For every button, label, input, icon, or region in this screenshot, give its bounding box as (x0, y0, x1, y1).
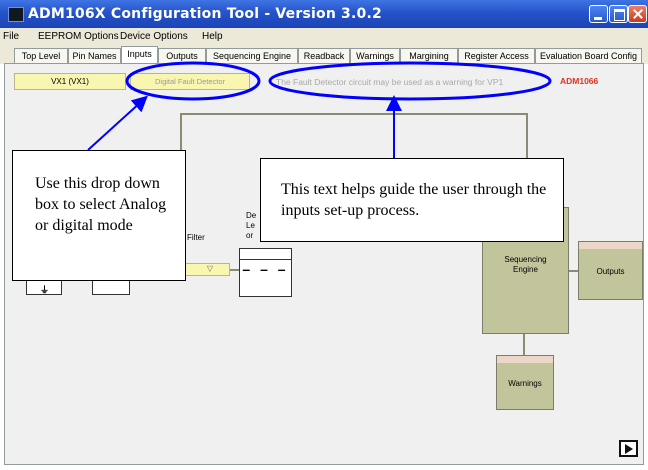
outputs-block[interactable]: Outputs (578, 241, 643, 300)
callout-mode-dropdown: Use this drop down box to select Analog … (12, 150, 186, 281)
menu-help[interactable]: Help (202, 31, 223, 42)
tab-warnings[interactable]: Warnings (350, 48, 400, 64)
wire-seq-warnings (523, 333, 525, 355)
wire-filter-delay (229, 269, 239, 271)
tab-evaluation-board-config[interactable]: Evaluation Board Config (535, 48, 642, 64)
tab-sequencing-engine[interactable]: Sequencing Engine (206, 48, 298, 64)
delay-value: – – – (242, 261, 289, 277)
outputs-block-top (579, 242, 642, 249)
mode-dropdown[interactable]: Digital Fault Detector (130, 73, 250, 90)
sequencing-engine-label: Sequencing Engine (504, 255, 547, 274)
tab-pin-names[interactable]: Pin Names (68, 48, 121, 64)
warnings-block[interactable]: Warnings (496, 355, 554, 410)
channel-selector[interactable]: VX1 (VX1) (14, 73, 126, 90)
hint-text: The Fault Detector circuit may be used a… (276, 77, 504, 87)
close-button[interactable] (628, 5, 647, 23)
callout-hint: This text helps guide the user through t… (260, 158, 564, 242)
tab-strip: Top Level Pin Names Inputs Outputs Seque… (0, 44, 648, 64)
ground-icon: ⏚ (40, 285, 50, 295)
menu-eeprom-options[interactable]: EEPROM Options (38, 31, 119, 42)
play-icon[interactable] (619, 440, 638, 457)
wire-top (180, 113, 528, 115)
dropdown-arrow-icon: ▽ (206, 264, 214, 273)
menu-file[interactable]: File (3, 31, 19, 42)
menu-bar: File EEPROM Options Device Options Help (0, 28, 648, 44)
filter-label: Filter (187, 233, 205, 242)
tab-inputs[interactable]: Inputs (121, 46, 158, 64)
wire-seq-outputs (568, 270, 578, 272)
device-label: ADM1066 (560, 76, 599, 86)
delay-label: De Le or (246, 211, 257, 240)
window-title: ADM106X Configuration Tool - Version 3.0… (28, 6, 382, 22)
warnings-label: Warnings (508, 379, 542, 388)
tab-outputs[interactable]: Outputs (158, 48, 206, 64)
tab-readback[interactable]: Readback (298, 48, 350, 64)
maximize-button[interactable] (609, 5, 628, 23)
tab-margining[interactable]: Margining (400, 48, 458, 64)
delay-separator (239, 259, 292, 260)
outputs-label: Outputs (596, 267, 625, 276)
app-icon (8, 7, 24, 22)
minimize-button[interactable] (589, 5, 608, 23)
tab-top-level[interactable]: Top Level (14, 48, 68, 64)
callout-hint-text: This text helps guide the user through t… (281, 181, 547, 219)
tab-register-access[interactable]: Register Access (458, 48, 535, 64)
callout-mode-text: Use this drop down box to select Analog … (35, 175, 167, 234)
warnings-block-top (497, 356, 553, 363)
wire-left-drop (180, 113, 182, 151)
menu-device-options[interactable]: Device Options (120, 31, 188, 42)
